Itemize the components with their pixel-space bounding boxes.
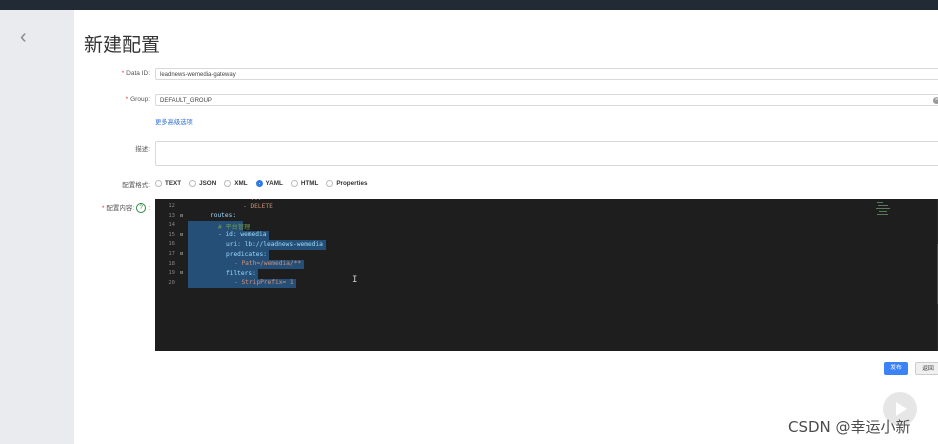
main-panel: 新建配置 * Data ID: leadnews-wemedia-gateway … [74,10,938,444]
sidebar: ‹ [0,10,74,444]
text-cursor-icon: I [352,275,358,285]
format-option-properties[interactable]: Properties [326,179,367,187]
fold-toggle-icon[interactable]: ⊟ [180,232,183,238]
data-id-label: * Data ID: [121,70,150,77]
fold-toggle-icon[interactable]: ⊟ [180,213,183,219]
line-number: 13 [168,212,175,219]
code-line: uri: lb://leadnews-wemedia [226,240,323,248]
code-line: # 平台管理 [218,223,251,231]
required-mark: * [125,96,129,103]
help-icon[interactable]: ? [136,203,147,214]
code-line: - DELETE [243,202,273,210]
top-bar [0,0,938,10]
content-label: * 配置内容:?: [101,203,150,214]
editor-minimap[interactable] [875,199,905,229]
code-line: filters: [226,269,256,277]
format-option-xml[interactable]: XML [224,179,248,187]
format-option-json[interactable]: JSON [189,179,216,187]
format-radio-group: TEXT JSON XML YAML HTML Properties [155,177,375,189]
back-button[interactable]: 返回 [915,362,938,375]
description-textarea[interactable] [155,141,938,166]
group-value: DEFAULT_GROUP [160,98,212,104]
format-label: 配置格式: [122,182,150,189]
required-mark: * [121,70,125,77]
line-number: 17 [168,251,175,257]
radio-icon[interactable] [290,179,298,187]
code-line: predicates: [226,250,267,258]
format-option-html[interactable]: HTML [290,179,318,187]
data-id-value: leadnews-wemedia-gateway [160,72,236,78]
fold-toggle-icon[interactable]: ⊟ [180,270,183,276]
line-number: 19 [168,270,175,277]
publish-button[interactable]: 发布 [884,362,908,375]
line-number: 18 [168,260,175,267]
advanced-options-link[interactable]: 更多高级选项 [155,117,193,126]
chevron-left-icon[interactable]: ‹ [20,27,38,47]
data-id-input[interactable]: leadnews-wemedia-gateway [155,68,938,80]
line-number: 12 [168,203,175,209]
line-number: 20 [168,279,175,286]
description-label: 描述: [135,146,150,153]
radio-icon[interactable] [224,179,232,187]
line-number: 16 [168,241,175,248]
page-title: 新建配置 [84,34,161,56]
code-line: - StripPrefix= 1 [234,279,294,287]
code-line: - id: wemedia [218,231,267,239]
radio-icon[interactable] [326,179,334,187]
fold-toggle-icon[interactable]: ⊟ [180,251,183,257]
required-mark: * [101,205,105,212]
radio-checked-icon[interactable] [255,179,263,187]
line-number: 14 [168,222,175,229]
group-input[interactable]: DEFAULT_GROUP × [155,94,938,106]
radio-icon[interactable] [189,179,197,187]
code-line: - Path=/wemedia/** [234,260,302,268]
format-option-yaml[interactable]: YAML [255,179,283,187]
line-number: 15 [168,231,175,238]
code-line: routes: [210,212,237,220]
format-option-text[interactable]: TEXT [155,179,181,187]
radio-icon[interactable] [155,179,162,187]
watermark: CSDN @幸运小新 [788,418,911,436]
group-label: * Group: [125,96,150,103]
clear-icon[interactable]: × [933,97,938,104]
code-editor[interactable]: - ...12- DELETE13⊟routes:14# 平台管理15⊟- id… [155,199,938,351]
